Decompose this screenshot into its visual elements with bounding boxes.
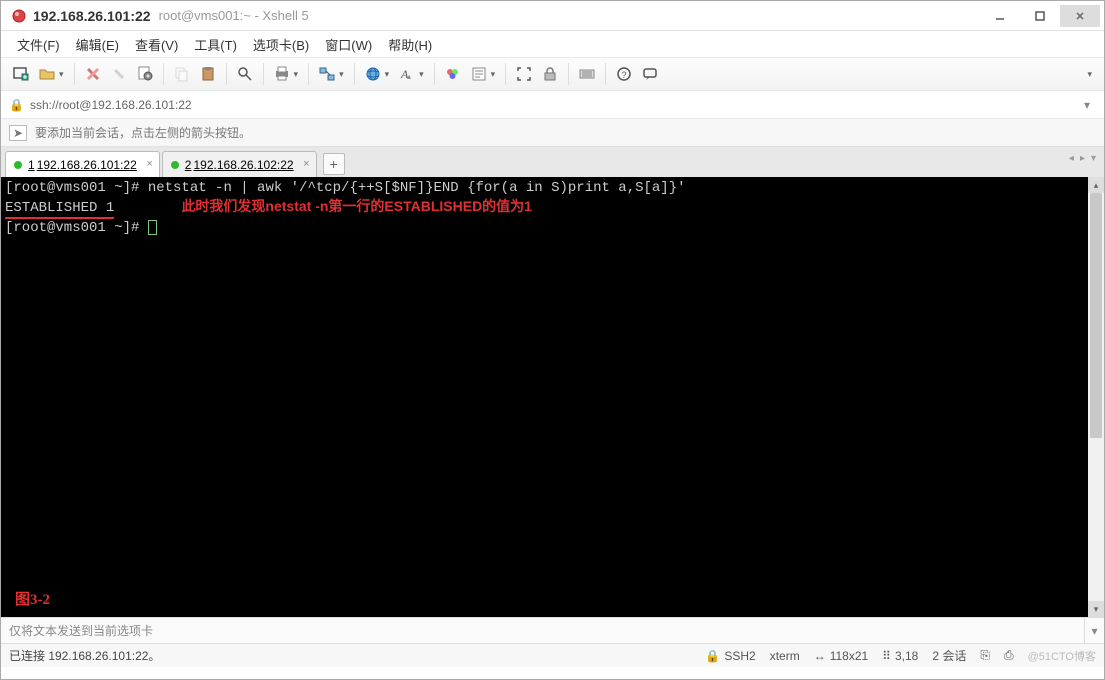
print-icon[interactable] (270, 62, 294, 86)
keyboard-icon[interactable] (575, 62, 599, 86)
scroll-track[interactable] (1088, 193, 1104, 601)
script-dropdown-icon[interactable]: ▾ (491, 69, 496, 80)
globe-icon[interactable] (361, 62, 385, 86)
scrollbar-vertical[interactable]: ▴ ▾ (1088, 177, 1104, 617)
help-icon[interactable]: ? (612, 62, 636, 86)
tab-bar: 1 192.168.26.101:22 × 2 192.168.26.102:2… (1, 147, 1104, 177)
font-icon[interactable]: A▴ (395, 62, 419, 86)
status-termtype: xterm (770, 649, 800, 663)
fullscreen-icon[interactable] (512, 62, 536, 86)
script-icon[interactable] (467, 62, 491, 86)
watermark: @51CTO博客 (1028, 648, 1096, 664)
address-text[interactable]: ssh://root@192.168.26.101:22 (30, 98, 1078, 112)
transfer-dropdown-icon[interactable]: ▾ (339, 69, 344, 80)
session-tab-1[interactable]: 1 192.168.26.101:22 × (5, 151, 160, 177)
send-input[interactable]: 仅将文本发送到当前选项卡 (1, 622, 1084, 639)
status-cursor-pos: ⠿ 3,18 (882, 649, 918, 663)
toolbar-overflow-icon[interactable]: ▾ (1087, 69, 1092, 80)
prompt: [root@vms001 ~]# (5, 180, 148, 196)
menu-window[interactable]: 窗口(W) (319, 33, 378, 56)
prompt: [root@vms001 ~]# (5, 220, 148, 236)
toolbar: ▾ ▾ ▾ ▾ A▴ ▾ ▾ ? ▾ (1, 57, 1104, 91)
close-button[interactable] (1060, 5, 1100, 27)
app-icon (11, 8, 27, 24)
color-icon[interactable] (441, 62, 465, 86)
new-session-icon[interactable] (9, 62, 33, 86)
minimize-button[interactable] (980, 5, 1020, 27)
address-bar: 🔒 ssh://root@192.168.26.101:22 ▾ (1, 91, 1104, 119)
globe-dropdown-icon[interactable]: ▾ (385, 69, 390, 80)
transfer-icon[interactable] (315, 62, 339, 86)
hint-text: 要添加当前会话，点击左侧的箭头按钮。 (35, 124, 251, 141)
copy-icon[interactable] (170, 62, 194, 86)
menu-tools[interactable]: 工具(T) (188, 33, 243, 56)
send-bar: 仅将文本发送到当前选项卡 ▾ (1, 617, 1104, 643)
menubar: 文件(F) 编辑(E) 查看(V) 工具(T) 选项卡(B) 窗口(W) 帮助(… (1, 31, 1104, 57)
disconnect-icon[interactable] (107, 62, 131, 86)
tab-close-icon[interactable]: × (146, 158, 152, 170)
send-dropdown-icon[interactable]: ▾ (1084, 618, 1104, 643)
new-tab-button[interactable]: + (323, 153, 345, 175)
print-dropdown-icon[interactable]: ▾ (294, 69, 299, 80)
svg-text:?: ? (622, 70, 627, 80)
hint-bar: ➤ 要添加当前会话，点击左侧的箭头按钮。 (1, 119, 1104, 147)
menu-edit[interactable]: 编辑(E) (70, 33, 125, 56)
terminal-area: [root@vms001 ~]# netstat -n | awk '/^tcp… (1, 177, 1104, 617)
status-dot-icon (171, 161, 179, 169)
scroll-up-icon[interactable]: ▴ (1088, 177, 1104, 193)
address-dropdown-icon[interactable]: ▾ (1078, 98, 1096, 112)
reconnect-icon[interactable] (81, 62, 105, 86)
status-connected: 已连接 192.168.26.101:22。 (9, 647, 691, 664)
font-dropdown-icon[interactable]: ▾ (419, 69, 424, 80)
svg-text:▴: ▴ (407, 72, 411, 81)
session-tab-2[interactable]: 2 192.168.26.102:22 × (162, 151, 317, 177)
terminal[interactable]: [root@vms001 ~]# netstat -n | awk '/^tcp… (1, 177, 1088, 617)
tab-list-icon[interactable]: ▾ (1089, 153, 1098, 164)
status-sessions: 2 会话 (932, 647, 966, 664)
chat-icon[interactable] (638, 62, 662, 86)
paste-icon[interactable] (196, 62, 220, 86)
status-caps: ⎘ (980, 648, 990, 663)
open-dropdown-icon[interactable]: ▾ (59, 69, 64, 80)
annotation-text: 此时我们发现netstat -n第一行的ESTABLISHED的值为1 (181, 198, 532, 214)
cursor-icon (148, 220, 157, 235)
properties-icon[interactable] (133, 62, 157, 86)
status-bar: 已连接 192.168.26.101:22。 🔒 SSH2 xterm ↔ 11… (1, 643, 1104, 667)
tab-next-icon[interactable]: ▸ (1078, 153, 1087, 164)
output-established: ESTABLISHED 1 (5, 199, 114, 219)
status-num: ⎙ (1004, 648, 1014, 663)
window-title-main: 192.168.26.101:22 (33, 8, 151, 24)
scroll-down-icon[interactable]: ▾ (1088, 601, 1104, 617)
open-icon[interactable] (35, 62, 59, 86)
lock-indicator-icon: 🔒 (9, 98, 24, 112)
status-protocol: 🔒 SSH2 (705, 649, 755, 663)
window-title-sub: root@vms001:~ - Xshell 5 (159, 8, 309, 23)
status-size: ↔ 118x21 (814, 649, 868, 663)
menu-view[interactable]: 查看(V) (129, 33, 184, 56)
lock-icon[interactable] (538, 62, 562, 86)
menu-tabs[interactable]: 选项卡(B) (247, 33, 315, 56)
status-dot-icon (14, 161, 22, 169)
scroll-thumb[interactable] (1090, 193, 1102, 438)
menu-file[interactable]: 文件(F) (11, 33, 66, 56)
command-text: netstat -n | awk '/^tcp/{++S[$NF]}END {f… (148, 180, 686, 196)
maximize-button[interactable] (1020, 5, 1060, 27)
find-icon[interactable] (233, 62, 257, 86)
tab-close-icon[interactable]: × (303, 158, 309, 170)
tab-nav: ◂ ▸ ▾ (1067, 153, 1098, 164)
titlebar: 192.168.26.101:22 root@vms001:~ - Xshell… (1, 1, 1104, 31)
tab-label: 192.168.26.102:22 (193, 158, 293, 172)
menu-help[interactable]: 帮助(H) (382, 33, 438, 56)
tab-number: 1 (28, 158, 35, 172)
tab-prev-icon[interactable]: ◂ (1067, 153, 1076, 164)
figure-label: 图3-2 (15, 591, 50, 609)
add-session-arrow-icon[interactable]: ➤ (9, 125, 27, 141)
tab-number: 2 (185, 158, 192, 172)
tab-label: 192.168.26.101:22 (37, 158, 137, 172)
